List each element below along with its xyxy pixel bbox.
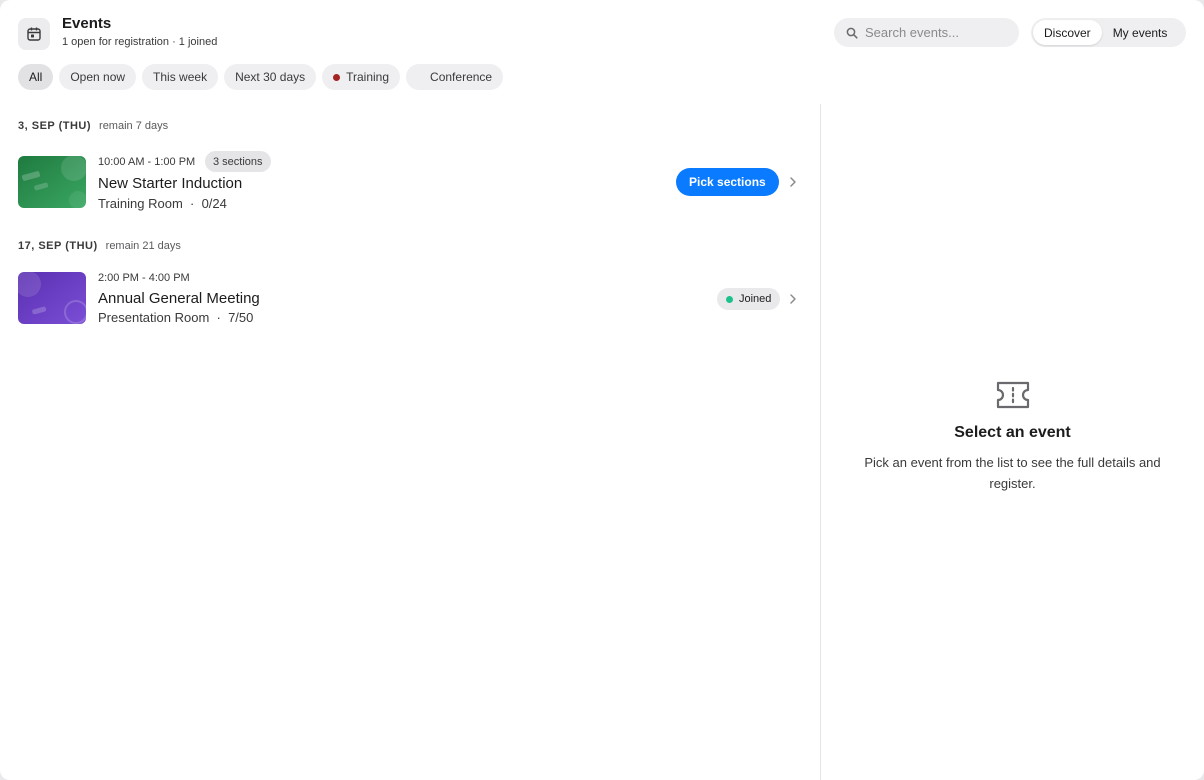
filter-open-now[interactable]: Open now [59,64,137,90]
filter-label: Training [346,70,390,84]
page-subtitle: 1 open for registration · 1 joined [62,36,218,48]
pick-sections-button[interactable]: Pick sections [676,168,779,196]
filter-next-30-days[interactable]: Next 30 days [224,64,317,90]
filter-bar: All Open now This week Next 30 days Trai… [18,64,504,90]
date-label: 3, SEP (THU) [18,120,92,132]
filter-conference[interactable]: Conference [406,64,504,90]
status-dot [726,295,733,303]
filter-training[interactable]: Training [322,64,401,90]
event-row-new-starter-induction[interactable]: 10:00 AM - 1:00 PM 3 sections New Starte… [18,151,800,216]
filter-label: All [29,70,43,84]
event-location-line: Presentation Room · 7/50 [98,310,254,325]
event-capacity: 7/50 [228,310,254,325]
filter-label: Next 30 days [235,70,306,84]
filter-all[interactable]: All [18,64,54,90]
event-location: Presentation Room [98,310,210,325]
sections-badge: 3 sections [205,151,271,172]
empty-state-title: Select an event [954,424,1071,441]
days-remaining: remain 7 days [99,120,169,132]
tab-my-events[interactable]: My events [1102,20,1179,45]
date-header: 17, SEP (THU) remain 21 days [18,240,181,252]
days-remaining: remain 21 days [105,240,181,252]
empty-state-description: Pick an event from the list to see the f… [864,455,1161,491]
event-name: Annual General Meeting [98,290,260,307]
event-location-line: Training Room · 0/24 [98,196,227,211]
filter-this-week[interactable]: This week [142,64,219,90]
filter-label: Open now [70,70,126,84]
ticket-icon [996,381,1029,409]
training-dot [333,73,341,81]
events-window: Events 1 open for registration · 1 joine… [0,0,1204,780]
filter-label: Conference [430,70,493,84]
tab-discover[interactable]: Discover [1033,20,1102,45]
joined-status-badge: Joined [717,288,781,310]
event-thumbnail [18,272,86,324]
event-location: Training Room [98,196,183,211]
event-time: 2:00 PM - 4:00 PM [98,272,190,284]
date-header: 3, SEP (THU) remain 7 days [18,120,168,132]
page-title: Events [62,15,112,32]
empty-state: Select an event Pick an event from the l… [821,380,1204,494]
event-capacity: 0/24 [201,196,227,211]
search-input[interactable] [865,25,1015,40]
filter-label: This week [153,70,208,84]
event-row-annual-general-meeting[interactable]: 2:00 PM - 4:00 PM Annual General Meeting… [18,272,800,332]
status-label: Joined [739,293,772,305]
event-thumbnail [18,156,86,208]
search-box[interactable] [834,18,1019,47]
chevron-right-icon [790,294,796,304]
search-icon [846,27,858,39]
date-label: 17, SEP (THU) [18,240,98,252]
calendar-icon [18,18,50,50]
conference-dot [417,74,424,81]
event-time: 10:00 AM - 1:00 PM [98,156,196,168]
chevron-right-icon [790,177,796,187]
event-name: New Starter Induction [98,175,243,192]
view-switcher: Discover My events [1031,18,1186,47]
